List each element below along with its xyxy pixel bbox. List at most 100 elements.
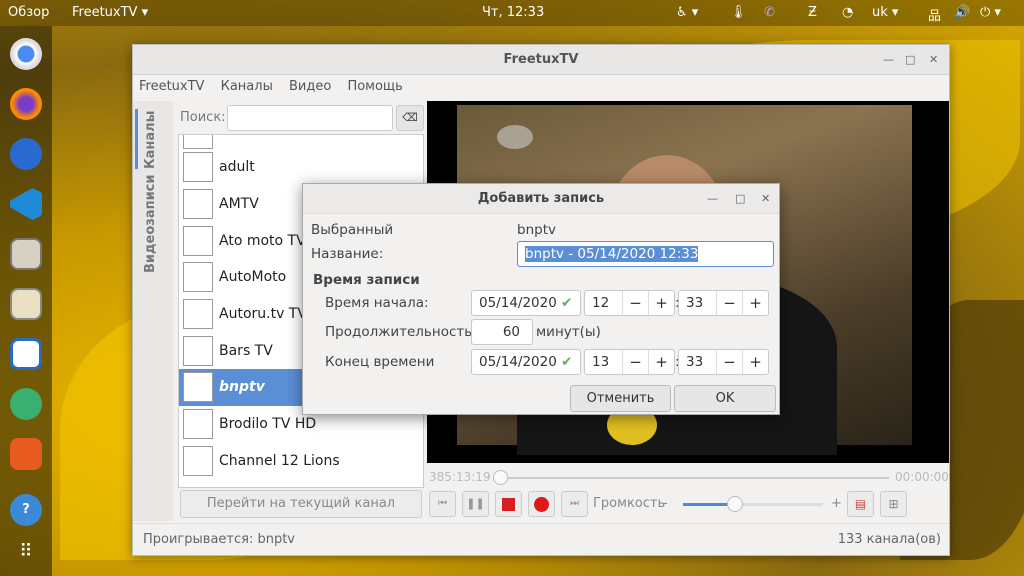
network-icon[interactable]: 品 bbox=[928, 5, 941, 24]
next-button[interactable]: ⏭ bbox=[561, 491, 588, 517]
writer-icon[interactable] bbox=[10, 338, 42, 370]
name-label: Название: bbox=[311, 246, 384, 262]
list-item[interactable]: adult bbox=[179, 149, 423, 186]
end-hour-spin[interactable]: 13− + bbox=[584, 349, 675, 376]
activities-button[interactable]: Обзор bbox=[8, 5, 49, 20]
dialog-minimize-button[interactable]: — bbox=[707, 192, 718, 205]
window-title: FreetuxTV bbox=[133, 45, 949, 75]
accessibility-icon[interactable]: ♿ ▾ bbox=[676, 5, 698, 20]
channel-logo bbox=[183, 409, 213, 440]
app-menu[interactable]: FreetuxTV ▾ bbox=[72, 5, 148, 20]
channel-name: AutoMoto bbox=[219, 269, 287, 286]
channel-name: Ato moto TV bbox=[219, 232, 306, 249]
name-input-text: bnptv - 05/14/2020 12:33 bbox=[525, 246, 699, 262]
minus-button[interactable]: − bbox=[716, 291, 742, 317]
tab-channels[interactable]: Каналы bbox=[143, 111, 158, 169]
volume-minus: - bbox=[663, 496, 668, 511]
channel-name: adult bbox=[219, 159, 255, 176]
channel-name: Autoru.tv TV bbox=[219, 306, 307, 323]
menu-help[interactable]: Помощь bbox=[347, 79, 402, 94]
clock[interactable]: Чт, 12:33 bbox=[482, 5, 544, 20]
status-bar: Проигрывается: bnptv 133 канала(ов) bbox=[133, 523, 949, 556]
dialog-close-button[interactable]: ✕ bbox=[761, 192, 770, 205]
name-input[interactable]: bnptv - 05/14/2020 12:33 bbox=[517, 241, 774, 267]
duration-label: Продолжительность bbox=[325, 324, 473, 340]
start-date-text: 05/14/2020 bbox=[479, 295, 557, 311]
record-button[interactable] bbox=[528, 491, 555, 517]
check-icon: ✔ bbox=[561, 295, 573, 311]
channel-logo bbox=[183, 372, 213, 403]
wifi-icon[interactable]: ◔ bbox=[842, 5, 853, 20]
clear-search-button[interactable]: ⌫ bbox=[396, 105, 424, 131]
viber-icon[interactable]: ✆ bbox=[764, 5, 775, 20]
status-playing: Проигрывается: bnptv bbox=[143, 532, 295, 547]
menu-video[interactable]: Видео bbox=[289, 79, 331, 94]
minus-button[interactable]: − bbox=[622, 350, 648, 376]
previous-button[interactable]: ⏮ bbox=[429, 491, 456, 517]
search-input[interactable] bbox=[227, 105, 393, 131]
menu-channels[interactable]: Каналы bbox=[221, 79, 273, 94]
power-icon[interactable]: ⏻ ▾ bbox=[980, 5, 1001, 20]
minus-button[interactable]: − bbox=[622, 291, 648, 317]
menu-freetuxtv[interactable]: FreetuxTV bbox=[139, 79, 204, 94]
list-item[interactable]: Channel 12 Lions bbox=[179, 443, 423, 480]
channel-logo bbox=[183, 152, 213, 183]
minimize-button[interactable]: — bbox=[883, 53, 894, 66]
thunderbird-icon[interactable] bbox=[10, 138, 42, 170]
tray-icon[interactable]: Ƶ bbox=[808, 5, 817, 20]
channel-name: Channel 12 Lions bbox=[219, 452, 340, 469]
start-minute-spin[interactable]: 33− + bbox=[678, 290, 769, 317]
status-channel-count: 133 канала(ов) bbox=[837, 532, 941, 547]
end-hour-value: 13 bbox=[592, 354, 610, 370]
stop-button[interactable] bbox=[495, 491, 522, 517]
end-minute-spin[interactable]: 33− + bbox=[678, 349, 769, 376]
ok-button[interactable]: OK bbox=[674, 385, 776, 412]
duration-input[interactable]: 60 bbox=[471, 319, 533, 345]
start-hour-spin[interactable]: 12− + bbox=[584, 290, 675, 317]
plus-button[interactable]: + bbox=[742, 291, 768, 317]
apps-grid-icon[interactable]: ⠿ bbox=[10, 536, 42, 568]
total-time: 00:00:00 bbox=[895, 470, 949, 484]
volume-slider[interactable] bbox=[683, 496, 823, 512]
close-button[interactable]: ✕ bbox=[929, 53, 938, 66]
plus-button[interactable]: + bbox=[742, 350, 768, 376]
rhythmbox-icon[interactable] bbox=[10, 288, 42, 320]
dock: ? ⠿ bbox=[0, 26, 52, 576]
mini-mode-button[interactable]: ⊞ bbox=[880, 491, 907, 517]
software-icon[interactable] bbox=[10, 438, 42, 470]
tab-recordings[interactable]: Видеозаписи bbox=[143, 175, 158, 274]
firefox-icon[interactable] bbox=[10, 88, 42, 120]
channel-logo bbox=[183, 335, 213, 366]
chromium-icon[interactable] bbox=[10, 38, 42, 70]
help-icon[interactable]: ? bbox=[10, 494, 42, 526]
goto-current-channel-button[interactable]: Перейти на текущий канал bbox=[180, 490, 422, 518]
cancel-button[interactable]: Отменить bbox=[570, 385, 671, 412]
plus-button[interactable]: + bbox=[648, 350, 674, 376]
start-hour-value: 12 bbox=[592, 295, 610, 311]
files-icon[interactable] bbox=[10, 238, 42, 270]
start-date-input[interactable]: 05/14/2020 ✔ bbox=[471, 290, 581, 316]
pause-button[interactable]: ❚❚ bbox=[462, 491, 489, 517]
maximize-button[interactable]: □ bbox=[905, 53, 915, 66]
seek-bar[interactable]: 385:13:19 00:00:00 bbox=[427, 465, 949, 491]
channel-logo bbox=[183, 262, 213, 293]
menubar: FreetuxTV Каналы Видео Помощь bbox=[133, 75, 949, 99]
minus-button[interactable]: − bbox=[716, 350, 742, 376]
dialog-maximize-button[interactable]: □ bbox=[735, 192, 745, 205]
fullscreen-button[interactable]: ▤ bbox=[847, 491, 874, 517]
language-menu[interactable]: uk ▾ bbox=[872, 5, 898, 20]
channel-name: Bars TV bbox=[219, 342, 273, 359]
channel-name: AMTV bbox=[219, 196, 259, 213]
vscode-icon[interactable] bbox=[10, 188, 42, 220]
list-item[interactable] bbox=[179, 135, 423, 149]
atom-icon[interactable] bbox=[10, 388, 42, 420]
channel-logo bbox=[183, 225, 213, 256]
end-date-input[interactable]: 05/14/2020 ✔ bbox=[471, 349, 581, 375]
seek-handle[interactable] bbox=[493, 470, 508, 485]
volume-handle[interactable] bbox=[726, 496, 743, 512]
volume-icon[interactable]: 🔊 bbox=[954, 5, 970, 20]
thermometer-icon[interactable]: 🌡 bbox=[730, 5, 747, 20]
volume-plus: + bbox=[831, 496, 842, 511]
channel-logo bbox=[183, 189, 213, 220]
plus-button[interactable]: + bbox=[648, 291, 674, 317]
